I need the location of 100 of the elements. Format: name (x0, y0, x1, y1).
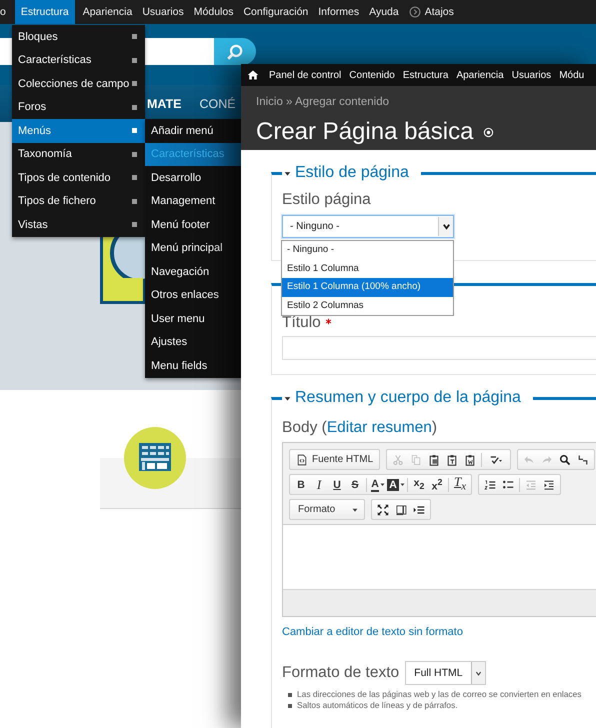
italic-button[interactable]: I (310, 475, 328, 494)
section-toggle[interactable]: Estilo de página (284, 164, 409, 182)
square-icon (132, 58, 137, 63)
toolbar-link[interactable]: Apariencia (78, 0, 138, 24)
select-field[interactable]: - Ninguno - (282, 215, 454, 238)
scissors-icon (392, 454, 404, 466)
submenu-item[interactable]: Desarrollo (145, 166, 242, 190)
text-input-field[interactable] (282, 336, 596, 360)
text-color-button[interactable]: A (369, 475, 387, 494)
dropdown-option[interactable]: Estilo 2 Columnas (282, 296, 453, 315)
redo-icon (541, 454, 554, 466)
chevron-down-icon (442, 222, 450, 231)
bulleted-list-icon (502, 478, 514, 490)
clipboard-icon (428, 454, 440, 466)
bold-button[interactable]: B (292, 475, 310, 494)
menu-item[interactable]: Tipos de contenido (12, 166, 145, 190)
square-icon (132, 152, 137, 157)
square-icon (132, 81, 137, 86)
tip-text: Saltos automáticos de líneas y de párrafos. (297, 700, 458, 711)
toolbar-link[interactable]: Contenido (349, 70, 395, 80)
document-icon (296, 454, 308, 466)
field-label: Body ( (282, 419, 327, 437)
section-toggle[interactable]: Resumen y cuerpo de la página (284, 389, 521, 407)
tip-text: Las direcciones de las páginas web y las de correo se convierten en enlaces (297, 689, 582, 700)
source-button[interactable]: Fuente HTML (292, 450, 378, 469)
underline-button[interactable]: U (328, 475, 346, 494)
chevron-down-icon (474, 670, 482, 676)
toolbar-link[interactable]: Ayuda (364, 0, 404, 24)
numbered-list-icon (484, 478, 496, 490)
submenu-item[interactable]: User menu (145, 307, 242, 330)
undo-icon (523, 454, 536, 466)
spellcheck-icon (490, 454, 502, 466)
strikethrough-button[interactable]: S (346, 475, 364, 494)
remove-format-button[interactable]: T$_{x}$ (451, 475, 469, 494)
menu-item[interactable]: Vistas (12, 213, 145, 236)
dropdown-option[interactable]: Estilo 1 Columna (100% ancho) (282, 278, 453, 296)
submenu-item[interactable]: Menu fields (145, 354, 242, 378)
menu-item[interactable]: Foros (12, 96, 145, 119)
maximize-icon (377, 504, 389, 516)
background-color-button[interactable]: A (387, 475, 405, 494)
menu-item[interactable]: Bloques (12, 25, 145, 48)
switch-editor-link[interactable]: Cambiar a editor de texto sin formato (282, 625, 596, 639)
bullet-icon (288, 692, 292, 696)
dropdown-option[interactable]: Estilo 1 Columna (282, 260, 453, 278)
toolbar-link[interactable]: Módulos (188, 0, 238, 24)
square-icon (132, 104, 137, 110)
menu-item[interactable]: Tipos de fichero (12, 190, 145, 213)
submenu-item[interactable]: Ajustes (145, 330, 242, 354)
circle-dot-icon[interactable] (483, 126, 494, 138)
field-label: Estilo página (282, 190, 372, 210)
field-label: ) (432, 419, 438, 437)
square-icon (132, 198, 137, 204)
menu-item[interactable]: Características (12, 48, 145, 72)
toolbar-link[interactable]: Usuarios (137, 0, 189, 24)
breadcrumb[interactable]: Inicio » Agregar contenido (256, 94, 581, 110)
menu-item[interactable]: Taxonomía (12, 142, 145, 166)
outdent-icon (525, 478, 537, 490)
superscript-button[interactable]: x$^{2}$ (428, 475, 446, 494)
toolbar-link[interactable]: Apariencia (456, 70, 504, 80)
format-select[interactable]: Full HTML (405, 661, 486, 685)
format-dropdown[interactable]: Formato (292, 500, 362, 519)
caret-down-icon (380, 482, 385, 487)
submenu-item[interactable]: Añadir menú (145, 119, 242, 142)
edit-summary-link[interactable]: Editar resumen (326, 419, 432, 437)
caret-down-icon (352, 506, 358, 512)
menu-item[interactable]: Menús (12, 119, 145, 142)
indent-icon (543, 478, 555, 490)
submenu-item[interactable]: Menú principal (145, 236, 242, 260)
show-blocks-icon (395, 504, 407, 516)
toolbar-link[interactable]: Estructura (14, 0, 75, 24)
clipboard-icon (464, 454, 476, 466)
home-icon[interactable] (247, 69, 259, 81)
list-arrow-icon (413, 504, 425, 516)
submenu-item[interactable]: Management (145, 190, 242, 213)
toolbar-link[interactable]: Módu (559, 70, 584, 80)
dropdown-option[interactable]: - Ninguno - (282, 241, 453, 260)
toolbar-link[interactable]: Atajos (404, 0, 459, 24)
submenu-item[interactable]: Otros enlaces (145, 284, 242, 307)
toolbar-link[interactable]: Usuarios (512, 70, 552, 80)
nav-link[interactable]: MATE (147, 96, 182, 110)
submenu-item[interactable]: Navegación (145, 260, 242, 284)
copy-icon (410, 454, 422, 466)
subscript-button[interactable]: x$_{2}$ (410, 475, 428, 494)
square-icon (132, 128, 137, 134)
clipboard-icon (446, 454, 458, 466)
caret-down-icon (400, 482, 405, 487)
toolbar-link[interactable]: Informes (313, 0, 364, 24)
search-button[interactable] (214, 38, 256, 65)
menu-item[interactable]: Colecciones de campo (12, 72, 145, 96)
submenu-item[interactable]: Menú footer (145, 213, 242, 236)
field-label: Título (282, 314, 321, 332)
square-icon (132, 222, 137, 228)
toolbar-link[interactable]: o (0, 0, 7, 24)
replace-icon (577, 454, 590, 466)
toolbar-link[interactable]: Configuración (238, 0, 314, 24)
toolbar-link[interactable]: Estructura (402, 70, 448, 80)
square-icon (132, 34, 137, 40)
nav-link[interactable]: CONÉ (200, 96, 236, 110)
bullet-icon (288, 704, 292, 708)
toolbar-link[interactable]: Panel de control (269, 70, 342, 80)
